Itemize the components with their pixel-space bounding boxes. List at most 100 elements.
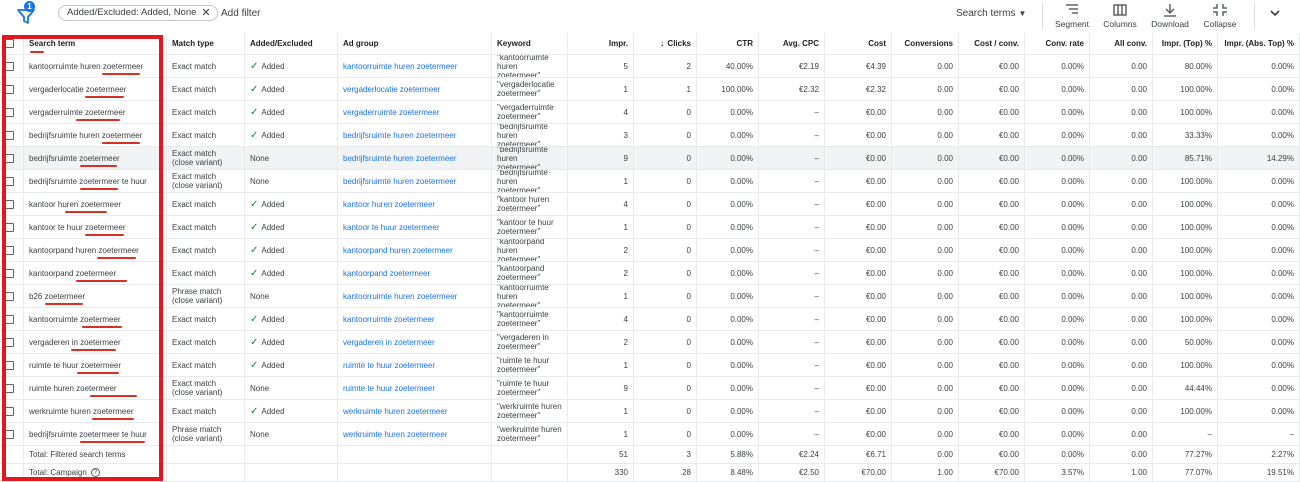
- column-header-cost[interactable]: Cost: [825, 33, 892, 55]
- column-header-abs_top[interactable]: Impr. (Abs. Top) %: [1218, 33, 1300, 55]
- cell-impr: 1: [568, 170, 634, 193]
- ad-group-link[interactable]: kantoorruimte huren zoetermeer: [343, 62, 457, 71]
- cell-cpc: –: [759, 331, 825, 354]
- row-checkbox[interactable]: [5, 360, 14, 370]
- ad-group-link[interactable]: kantoor te huur zoetermeer: [343, 223, 440, 232]
- row-checkbox[interactable]: [5, 314, 14, 324]
- columns-button[interactable]: Columns: [1095, 2, 1145, 29]
- cell-value-status: Added: [261, 268, 285, 278]
- cell-keyword: "bedrijfsruimte huren zoetermeer": [492, 170, 568, 193]
- cell-value-keyword: "vergaderruimte zoetermeer": [497, 103, 554, 121]
- cell-value-all_conv: 0.00: [1131, 406, 1147, 416]
- cell-match: Exact match: [167, 262, 245, 285]
- totals-value-all_conv: 0.00: [1131, 450, 1147, 459]
- cell-value-term: werkruimte huren zoetermeer: [29, 406, 134, 416]
- collapse-icon: [1213, 4, 1227, 16]
- row-checkbox[interactable]: [5, 61, 14, 71]
- column-header-cost_conv[interactable]: Cost / conv.: [959, 33, 1025, 55]
- cell-clicks: 0: [634, 354, 697, 377]
- column-header-conv[interactable]: Conversions: [892, 33, 959, 55]
- ad-group-link[interactable]: kantoorruimte zoetermeer: [343, 315, 435, 324]
- cell-value-ctr: 0.00%: [730, 268, 753, 278]
- cell-value-conv_rate: 0.00%: [1061, 360, 1084, 370]
- cell-value-match: Exact match: [172, 107, 217, 117]
- ad-group-link[interactable]: vergaderlocatie zoetermeer: [343, 85, 440, 94]
- cell-ctr: 0.00%: [697, 239, 759, 262]
- column-header-all_conv[interactable]: All conv.: [1090, 33, 1153, 55]
- chevron-down-icon[interactable]: [1268, 6, 1282, 20]
- cell-conv_rate: 0.00%: [1025, 308, 1090, 331]
- segment-button[interactable]: Segment: [1047, 2, 1097, 29]
- close-icon[interactable]: ✕: [201, 6, 210, 20]
- annotation-underline: [45, 303, 83, 305]
- cell-value-cpc: –: [814, 314, 819, 324]
- cell-term: Total: Filtered search terms: [24, 446, 167, 464]
- column-header-clicks[interactable]: ↓ Clicks: [634, 33, 697, 55]
- select-all-checkbox[interactable]: [5, 39, 14, 48]
- cell-ad_group: vergaderen in zoetermeer: [338, 331, 492, 354]
- cell-value-term: kantoor te huur zoetermeer: [29, 222, 126, 232]
- ad-group-link[interactable]: kantoorruimte huren zoetermeer: [343, 292, 457, 301]
- cell-keyword: "kantoor huren zoetermeer": [492, 193, 568, 216]
- row-checkbox[interactable]: [5, 107, 14, 117]
- cell-sel: [0, 193, 24, 216]
- ad-group-link[interactable]: kantoor huren zoetermeer: [343, 200, 435, 209]
- column-header-status[interactable]: Added/Excluded: [245, 33, 338, 55]
- column-header-conv_rate[interactable]: Conv. rate: [1025, 33, 1090, 55]
- column-header-top[interactable]: Impr. (Top) %: [1153, 33, 1218, 55]
- add-filter-button[interactable]: Add filter: [221, 8, 260, 19]
- cell-ad_group: ruimte te huur zoetermeer: [338, 354, 492, 377]
- ad-group-link[interactable]: werkruimte huren zoetermeer: [343, 430, 447, 439]
- row-checkbox[interactable]: [5, 406, 14, 416]
- column-header-label: Cost: [868, 39, 886, 48]
- table-row: kantoorpand huren zoetermeer Exact match ✓…: [0, 239, 1300, 262]
- cell-cost_conv: €0.00: [959, 423, 1025, 446]
- column-header-ctr[interactable]: CTR: [697, 33, 759, 55]
- ad-group-link[interactable]: bedrijfsruimte huren zoetermeer: [343, 154, 456, 163]
- row-checkbox[interactable]: [5, 130, 14, 140]
- ad-group-link[interactable]: werkruimte huren zoetermeer: [343, 407, 447, 416]
- cell-conv_rate: 0.00%: [1025, 101, 1090, 124]
- row-checkbox[interactable]: [5, 199, 14, 209]
- row-checkbox[interactable]: [5, 176, 14, 186]
- ad-group-link[interactable]: ruimte te huur zoetermeer: [343, 361, 435, 370]
- column-header-term[interactable]: Search term: [24, 33, 167, 55]
- cell-value-all_conv: 0.00: [1131, 429, 1147, 439]
- cell-all_conv: 0.00: [1090, 331, 1153, 354]
- row-checkbox[interactable]: [5, 84, 14, 94]
- row-checkbox[interactable]: [5, 291, 14, 301]
- row-checkbox[interactable]: [5, 383, 14, 393]
- ad-group-link[interactable]: bedrijfsruimte huren zoetermeer: [343, 131, 456, 140]
- cell-value-conv: 0.00: [937, 176, 953, 186]
- column-header-match[interactable]: Match type: [167, 33, 245, 55]
- row-checkbox[interactable]: [5, 337, 14, 347]
- ad-group-link[interactable]: kantoorpand zoetermeer: [343, 269, 430, 278]
- row-checkbox[interactable]: [5, 222, 14, 232]
- ad-group-link[interactable]: bedrijfsruimte huren zoetermeer: [343, 177, 456, 186]
- ad-group-link[interactable]: vergaderen in zoetermeer: [343, 338, 435, 347]
- ad-group-link[interactable]: vergaderruimte zoetermeer: [343, 108, 439, 117]
- column-header-keyword[interactable]: Keyword: [492, 33, 568, 55]
- cell-value-abs_top: –: [1289, 429, 1294, 439]
- cell-impr: 4: [568, 308, 634, 331]
- download-button[interactable]: Download: [1145, 2, 1195, 29]
- row-checkbox[interactable]: [5, 153, 14, 163]
- cell-status: ✓ Added: [245, 308, 338, 331]
- column-header-ad_group[interactable]: Ad group: [338, 33, 492, 55]
- cell-value-cost_conv: €0.00: [998, 406, 1019, 416]
- cell-sel: [0, 423, 24, 446]
- ad-group-link[interactable]: ruimte te huur zoetermeer: [343, 384, 435, 393]
- cell-value-status: Added: [261, 245, 285, 255]
- column-header-impr[interactable]: Impr.: [568, 33, 634, 55]
- help-icon[interactable]: ?: [90, 468, 100, 477]
- view-select[interactable]: Search terms ▼: [956, 8, 1026, 19]
- column-header-cpc[interactable]: Avg. CPC: [759, 33, 825, 55]
- row-checkbox[interactable]: [5, 429, 14, 439]
- filter-chip[interactable]: Added/Excluded: Added, None ✕: [58, 5, 218, 21]
- collapse-button[interactable]: Collapse: [1195, 2, 1245, 29]
- cell-value-ctr: 0.00%: [730, 199, 753, 209]
- cell-value-top: 85.71%: [1184, 153, 1212, 163]
- row-checkbox[interactable]: [5, 268, 14, 278]
- ad-group-link[interactable]: kantoorpand huren zoetermeer: [343, 246, 453, 255]
- row-checkbox[interactable]: [5, 245, 14, 255]
